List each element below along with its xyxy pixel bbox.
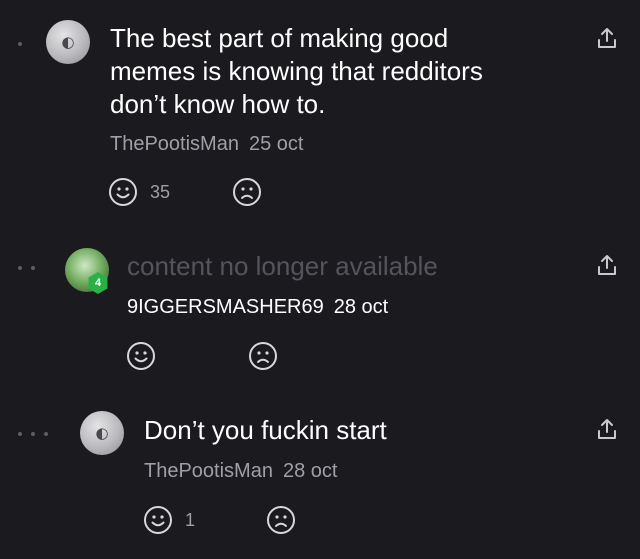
- frown-icon: [267, 506, 295, 534]
- avatar[interactable]: ◐: [46, 20, 90, 64]
- like-count: 35: [150, 181, 171, 202]
- like-count: 1: [185, 509, 196, 530]
- avatar-image: ◐: [61, 33, 75, 51]
- thread-depth-dot: [18, 42, 22, 46]
- thread-depth-indicator: [18, 266, 35, 270]
- level-badge: 4: [88, 272, 108, 294]
- frown-icon: [233, 178, 261, 206]
- smile-icon: [127, 342, 155, 370]
- comment-meta: 9IGGERSMASHER69 28 oct: [127, 296, 388, 319]
- comment-text: content no longer available: [127, 251, 438, 281]
- thread-depth-dot: [18, 266, 22, 270]
- dislike-button[interactable]: [232, 177, 262, 207]
- comment-text: Don’t you fuckin start: [144, 415, 387, 445]
- comment-date: 28 oct: [282, 460, 338, 482]
- dislike-button[interactable]: [266, 505, 296, 535]
- like-button[interactable]: [126, 341, 156, 371]
- share-icon[interactable]: [596, 417, 618, 441]
- comment-date: 25 oct: [248, 133, 304, 155]
- smile-icon: [144, 506, 172, 534]
- share-icon[interactable]: [596, 253, 618, 277]
- comment-author[interactable]: ThePootisMan: [110, 133, 239, 155]
- comment-meta: ThePootisMan 28 oct: [144, 460, 337, 483]
- avatar-image: ◐: [95, 424, 109, 442]
- frown-icon: [249, 342, 277, 370]
- avatar[interactable]: ◐: [80, 411, 124, 455]
- thread-depth-dot: [31, 432, 35, 436]
- dislike-button[interactable]: [248, 341, 278, 371]
- thread-depth-dot: [31, 266, 35, 270]
- smile-icon: [109, 178, 137, 206]
- thread-depth-indicator: [18, 42, 22, 46]
- thread-depth-dot: [18, 432, 22, 436]
- comment-date: 28 oct: [333, 296, 389, 318]
- comment-author[interactable]: ThePootisMan: [144, 460, 273, 482]
- like-button[interactable]: 35: [108, 177, 170, 207]
- thread-depth-indicator: [18, 432, 48, 436]
- comment-text: The best part of making good memes is kn…: [110, 23, 483, 119]
- thread-depth-dot: [44, 432, 48, 436]
- avatar[interactable]: 4: [65, 248, 109, 294]
- share-icon[interactable]: [596, 26, 618, 50]
- comment-author[interactable]: 9IGGERSMASHER69: [127, 296, 324, 318]
- like-button[interactable]: 1: [143, 505, 195, 535]
- comment-meta: ThePootisMan 25 oct: [110, 133, 303, 156]
